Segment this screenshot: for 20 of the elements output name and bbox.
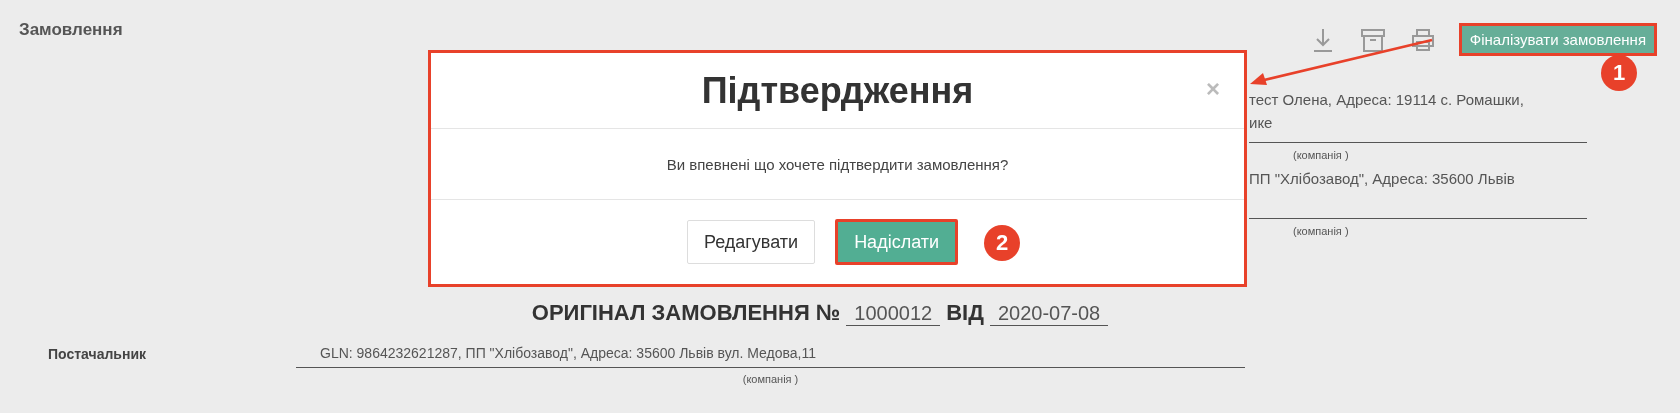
close-button[interactable]: ×	[1206, 75, 1220, 103]
party-text: ике	[1249, 113, 1274, 133]
page-title: Замовлення	[19, 20, 123, 40]
finalize-order-button[interactable]: Фіналізувати замовлення	[1458, 23, 1657, 56]
dialog-message: Ви впевнені що хочете підтвердити замовлення?	[666, 155, 1009, 173]
field-caption: (компанія )	[742, 373, 799, 385]
order-date: 2020-07-08	[989, 302, 1109, 326]
field-value: GLN: 9864232621287, ПП "Хлібозавод", Адреса: 35600 Львів вул. Медова,11	[296, 342, 1245, 368]
send-button[interactable]: Надіслати	[835, 219, 959, 265]
field-caption: (компанія )	[1293, 225, 1349, 237]
field-caption: (компанія )	[1293, 149, 1349, 161]
order-heading: ОРИГІНАЛ ЗАМОВЛЕННЯ №	[531, 300, 841, 326]
field-label: Постачальник	[48, 345, 147, 364]
party-text: ПП "Хлібозавод", Адреса: 35600 Львів	[1249, 169, 1516, 189]
edit-button[interactable]: Редагувати	[686, 220, 816, 264]
order-number: 1000012	[846, 302, 941, 326]
party-text: тест Олена, Адреса: 19114 с. Ромашки,	[1249, 90, 1525, 110]
date-label: ВІД	[946, 300, 984, 326]
dialog-title: Підтвердження	[701, 69, 974, 112]
step-number-badge: 1	[1601, 55, 1637, 91]
